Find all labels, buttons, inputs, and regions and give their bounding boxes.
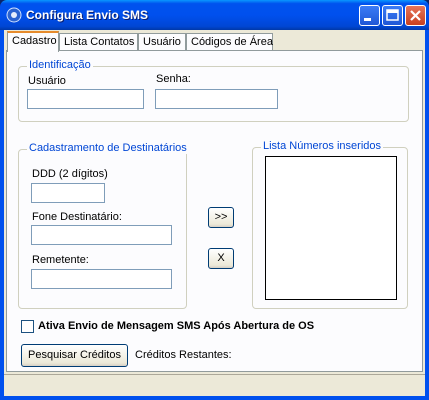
tab-label: Cadastro: [12, 35, 57, 47]
tab-codigos-de-area[interactable]: Códigos de Área: [186, 33, 273, 51]
ativa-envio-label[interactable]: Ativa Envio de Mensagem SMS Após Abertur…: [38, 320, 314, 332]
remove-number-label: X: [217, 252, 225, 264]
title-bar[interactable]: Configura Envio SMS: [0, 0, 429, 30]
usuario-label: Usuário: [28, 75, 66, 87]
close-button[interactable]: [405, 5, 426, 26]
tab-label: Códigos de Área: [191, 36, 273, 48]
remetente-input[interactable]: [31, 269, 172, 289]
pesquisar-creditos-button[interactable]: Pesquisar Créditos: [21, 344, 128, 367]
minimize-button[interactable]: [359, 5, 380, 26]
lista-numeros-group-title: Lista Números inseridos: [261, 140, 383, 152]
add-number-button[interactable]: >>: [208, 207, 234, 228]
remetente-label: Remetente:: [32, 254, 89, 266]
numeros-listbox[interactable]: [265, 156, 397, 300]
status-bar: [4, 374, 425, 396]
tab-label: Lista Contatos: [64, 36, 135, 48]
senha-label: Senha:: [156, 73, 191, 85]
remove-number-button[interactable]: X: [208, 248, 234, 269]
app-gear-icon[interactable]: [6, 7, 22, 23]
window-border-right: [425, 30, 429, 400]
tab-cadastro[interactable]: Cadastro: [7, 31, 59, 52]
identificacao-group-title: Identificação: [27, 59, 93, 71]
ativa-envio-checkbox[interactable]: [21, 320, 34, 333]
tab-lista-contatos[interactable]: Lista Contatos: [59, 33, 138, 51]
window: Configura Envio SMS Cadastro Lista Conta…: [0, 0, 429, 400]
tab-label: Usuário: [143, 36, 181, 48]
maximize-button[interactable]: [382, 5, 403, 26]
ddd-input[interactable]: [31, 183, 105, 203]
ddd-label: DDD (2 dígitos): [32, 168, 108, 180]
creditos-restantes-label: Créditos Restantes:: [135, 349, 232, 361]
minimize-icon: [364, 18, 371, 21]
fone-destinatario-label: Fone Destinatário:: [32, 211, 122, 223]
window-title: Configura Envio SMS: [26, 8, 149, 22]
add-number-label: >>: [214, 211, 228, 223]
close-icon: [410, 10, 421, 21]
usuario-input[interactable]: [27, 89, 144, 109]
tab-usuario[interactable]: Usuário: [138, 33, 186, 51]
fone-destinatario-input[interactable]: [31, 225, 172, 245]
pesquisar-creditos-label: Pesquisar Créditos: [28, 349, 121, 361]
window-border-bottom: [0, 396, 429, 400]
senha-input[interactable]: [155, 89, 278, 109]
maximize-icon: [386, 9, 399, 21]
destinatarios-group-title: Cadastramento de Destinatários: [27, 142, 189, 154]
